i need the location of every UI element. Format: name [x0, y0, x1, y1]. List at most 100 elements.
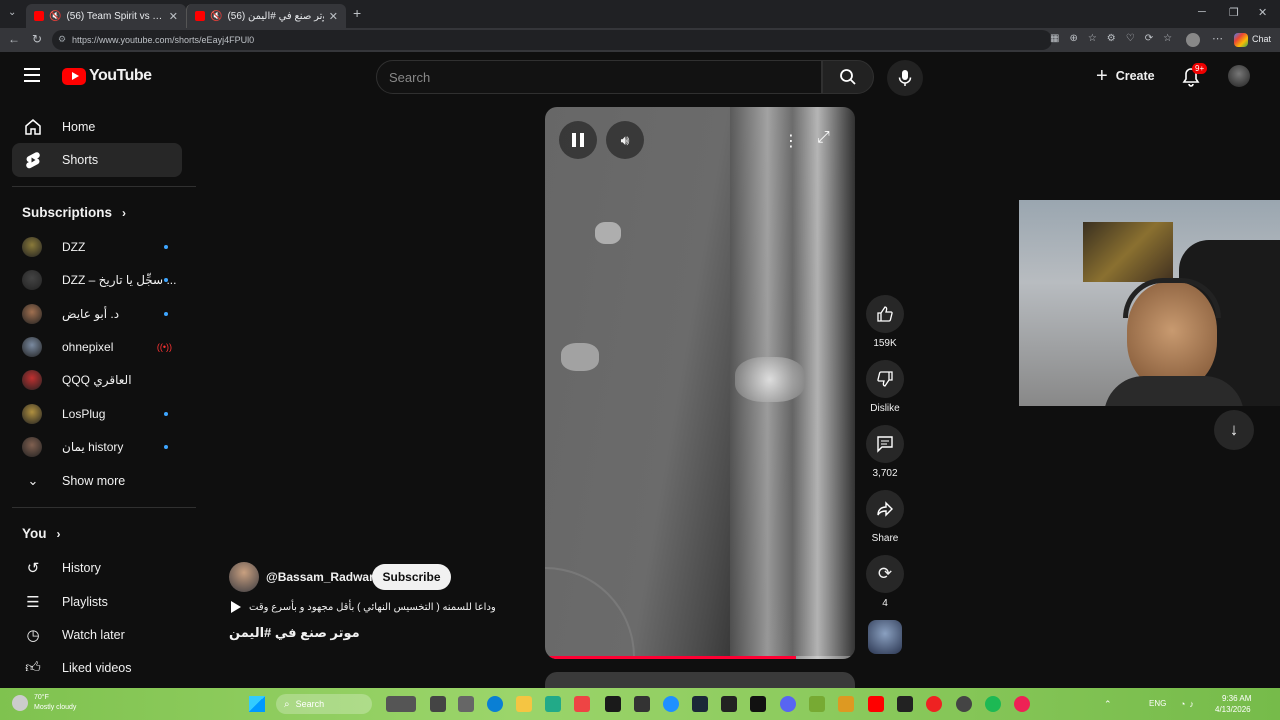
url-field[interactable]: ⚙ https://www.youtube.com/shorts/eEayj4F… — [52, 30, 1052, 50]
subscription-item[interactable]: DZZ — [12, 231, 182, 263]
app-icon[interactable] — [574, 696, 590, 712]
next-short-preview[interactable] — [545, 672, 855, 688]
sound-thumbnail[interactable] — [868, 620, 902, 654]
app-icon[interactable] — [1014, 696, 1030, 712]
subscriptions-header[interactable]: Subscriptions › — [22, 205, 126, 220]
close-tab-icon[interactable]: ✕ — [329, 10, 338, 23]
start-icon[interactable] — [249, 696, 265, 712]
file-manager-icon[interactable] — [458, 696, 474, 712]
share-button[interactable]: Share — [866, 490, 904, 544]
close-tab-icon[interactable]: ✕ — [169, 10, 178, 23]
subscription-item[interactable]: د. أبو عايض — [12, 298, 182, 330]
app-icon[interactable] — [809, 696, 825, 712]
video-frame-debris — [561, 343, 599, 371]
sidebar-label: Home — [62, 120, 96, 134]
app-icon[interactable] — [750, 696, 766, 712]
minimize-icon[interactable]: ─ — [1198, 6, 1206, 18]
sidebar-item-playlists[interactable]: ☰ Playlists — [12, 585, 182, 619]
browser-toolbar-icons[interactable]: ▦⊕☆⚙♡⟳☆ — [1050, 33, 1182, 44]
you-header[interactable]: You › — [22, 526, 61, 541]
task-view-icon[interactable] — [430, 696, 446, 712]
shorts-icon — [26, 152, 40, 169]
pause-button[interactable] — [559, 121, 597, 159]
comment-icon — [877, 436, 893, 453]
account-avatar[interactable] — [1228, 65, 1250, 87]
close-window-icon[interactable]: ✕ — [1258, 6, 1267, 19]
opera-icon[interactable] — [926, 696, 942, 712]
maximize-icon[interactable]: ❐ — [1229, 6, 1239, 19]
explorer-icon[interactable] — [516, 696, 532, 712]
new-tab-icon[interactable]: + — [353, 5, 361, 21]
subscription-item[interactable]: DZZ – سجِّل يا تاريخ ... — [12, 264, 182, 296]
clock-time[interactable]: 9:36 AM — [1222, 694, 1251, 703]
sidebar-label: Watch later — [62, 628, 125, 642]
short-video-player[interactable]: 🔊︎ ⋮ ⤢ — [545, 107, 855, 659]
app-icon[interactable] — [956, 696, 972, 712]
youtube-logo[interactable]: YouTube — [62, 67, 152, 85]
language-indicator[interactable]: ENG — [1149, 699, 1166, 708]
edge-icon[interactable] — [487, 696, 503, 712]
steam-icon[interactable] — [692, 696, 708, 712]
mute-tab-icon[interactable]: 🔇 — [49, 11, 61, 22]
app-icon[interactable] — [545, 696, 561, 712]
app-icon[interactable] — [663, 696, 679, 712]
subscription-item[interactable]: QQQ العاقري — [12, 364, 182, 396]
next-short-button[interactable]: ↓ — [1214, 410, 1254, 450]
show-more-button[interactable]: ⌄ Show more — [12, 464, 182, 498]
back-icon[interactable]: ← — [8, 32, 20, 46]
like-button[interactable]: 159K — [866, 295, 904, 349]
sidebar-item-watch-later[interactable]: ◷ Watch later — [12, 618, 182, 652]
sidebar-item-liked-videos[interactable]: 👍︎ Liked videos — [12, 651, 182, 685]
comments-button[interactable]: 3,702 — [866, 425, 904, 479]
channel-avatar — [22, 304, 42, 324]
mute-tab-icon[interactable]: 🔇 — [210, 11, 222, 22]
app-icon[interactable] — [634, 696, 650, 712]
fullscreen-icon[interactable]: ⤢ — [817, 129, 830, 147]
channel-name[interactable]: @Bassam_Radwan — [266, 570, 376, 584]
watch-later-icon: ◷ — [26, 627, 40, 644]
app-icon[interactable] — [897, 696, 913, 712]
sidebar-item-shorts[interactable]: Shorts — [12, 143, 182, 177]
search-button[interactable] — [822, 60, 874, 94]
sidebar-item-home[interactable]: Home — [12, 110, 182, 144]
app-icon[interactable] — [838, 696, 854, 712]
taskbar-search[interactable]: ⌕ Search — [276, 694, 372, 714]
channel-avatar[interactable] — [229, 562, 259, 592]
subscribe-button[interactable]: Subscribe — [372, 564, 451, 590]
notifications-button[interactable]: 9+ — [1182, 63, 1208, 92]
youtube-taskbar-icon[interactable] — [868, 696, 884, 712]
browser-tab-2[interactable]: 🔇 (56) موتر صنع في #اليمن - be ✕ — [186, 4, 346, 28]
reload-icon[interactable]: ↻ — [32, 32, 42, 46]
site-info-icon[interactable]: ⚙ — [58, 34, 66, 45]
app-icon[interactable] — [605, 696, 621, 712]
voice-search-button[interactable] — [887, 60, 923, 96]
subscription-item[interactable]: LosPlug — [12, 398, 182, 430]
app-icon[interactable] — [721, 696, 737, 712]
create-button[interactable]: + Create — [1096, 66, 1155, 86]
progress-track[interactable] — [545, 656, 855, 659]
subscription-item[interactable]: ohnepixel ((•)) — [12, 331, 182, 363]
related-playlist-link[interactable]: وداعا للسمنه ( التخسيس النهائي ) بأقل مج… — [231, 601, 496, 613]
taskbar-widget-icon[interactable] — [386, 696, 416, 712]
spotify-icon[interactable] — [985, 696, 1001, 712]
discord-icon[interactable] — [780, 696, 796, 712]
tab-list-chevron-icon[interactable]: ⌄ — [8, 7, 16, 18]
more-options-icon[interactable]: ⋮ — [783, 131, 799, 151]
profile-avatar[interactable] — [1186, 33, 1200, 47]
copilot-icon[interactable] — [1234, 33, 1248, 47]
dislike-button[interactable]: Dislike — [866, 360, 904, 414]
tray-chevron-icon[interactable]: ⌃ — [1104, 699, 1112, 710]
sidebar-item-history[interactable]: ↺ History — [12, 551, 182, 585]
clock-date[interactable]: 4/13/2026 — [1215, 705, 1251, 714]
chat-label[interactable]: Chat — [1252, 34, 1271, 44]
volume-button[interactable]: 🔊︎ — [606, 121, 644, 159]
browser-tab-1[interactable]: 🔇 (56) Team Spirit vs Team Liqu... ✕ — [26, 4, 186, 28]
menu-icon[interactable] — [24, 68, 40, 82]
tray-status-icons[interactable]: ◔♪ — [1180, 699, 1198, 709]
playlist-text: وداعا للسمنه ( التخسيس النهائي ) بأقل مج… — [249, 601, 496, 613]
remix-button[interactable]: ⟳ 4 — [866, 555, 904, 609]
subscription-item[interactable]: يمان history — [12, 431, 182, 463]
search-input[interactable]: Search — [376, 60, 822, 94]
weather-icon[interactable] — [12, 695, 28, 711]
more-menu-icon[interactable]: ⋯ — [1212, 32, 1223, 45]
